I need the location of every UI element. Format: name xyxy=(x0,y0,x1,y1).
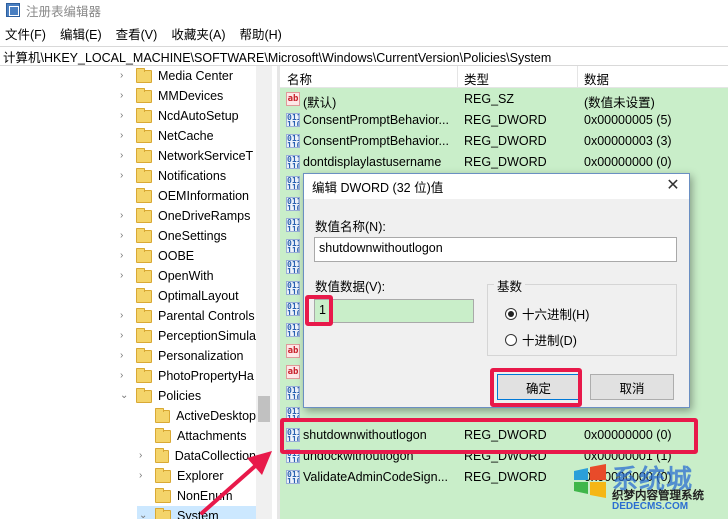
watermark-url: DEDECMS.COM xyxy=(612,501,689,512)
annotation-arrow xyxy=(200,451,272,515)
windows-logo-icon xyxy=(574,464,606,498)
watermark: 系统城 织梦内容管理系统 DEDECMS.COM xyxy=(572,457,722,515)
